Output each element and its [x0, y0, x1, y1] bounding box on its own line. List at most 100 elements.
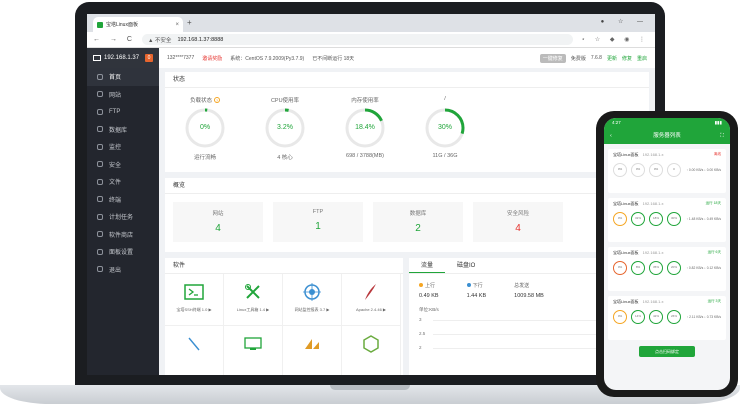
system-info: 系统：CentOS 7.9.2009(Py3.7.9): [230, 55, 305, 62]
sidebar-item-security[interactable]: 安全: [87, 156, 159, 174]
gauge-sub: 运行流畅: [193, 155, 216, 161]
server-state: 离线: [714, 152, 721, 156]
gauge-disk[interactable]: / 30% 11G / 36G: [405, 96, 485, 161]
overview-label: 数据库: [409, 211, 427, 217]
new-tab-button[interactable]: +: [187, 18, 192, 27]
gauge-value: 18.4%: [355, 124, 375, 131]
back-icon[interactable]: ‹: [610, 128, 612, 144]
address-bar[interactable]: ▲ 不安全 192.168.1.37:8888: [141, 34, 574, 45]
software-item-5[interactable]: [165, 326, 224, 375]
home-icon: [97, 73, 103, 80]
window-controls[interactable]: ● ☆ —: [601, 18, 649, 25]
overview-ftp[interactable]: FTP 1: [273, 202, 363, 242]
server-card[interactable]: 宝塔Linux面板 192.168.1.x 离线 0% 0% 0% 0 ↑ 0.0…: [608, 149, 726, 193]
phone-title: 服务器列表: [653, 133, 681, 139]
top-info-bar: 132****7377 邀请奖励 系统：CentOS 7.9.2009(Py3.…: [159, 48, 655, 68]
close-tab-icon[interactable]: ×: [175, 22, 179, 28]
tab-disk-io[interactable]: 磁盘IO: [445, 258, 487, 273]
server-rings: 0% 14% 42% 26% ↑ 2.11 KB/s ↓ 0.73 KB/s: [613, 310, 721, 324]
sidebar-item-settings[interactable]: 面板设置: [87, 243, 159, 261]
overview-websites[interactable]: 网站 4: [173, 202, 263, 242]
sidebar: 192.168.1.37 0 首页 网站 FTP 数据库 监控 安全 文件 终端…: [87, 48, 159, 375]
not-secure-label[interactable]: ▲ 不安全: [148, 36, 171, 44]
sidebar-item-label: 面板设置: [109, 250, 134, 257]
tick-label: 3: [419, 317, 422, 322]
sidebar-item-cron[interactable]: 计划任务: [87, 208, 159, 226]
terminal-icon: [184, 282, 204, 302]
repair-pill[interactable]: 一键修复: [539, 53, 566, 63]
restart-link[interactable]: 重启: [637, 55, 647, 62]
update-link[interactable]: 更新: [607, 55, 617, 62]
server-stats: ↑ 0.82 KB/s ↓ 0.12 KB/s: [686, 265, 721, 270]
server-card[interactable]: 宝塔Linux面板 192.168.1.x 运行 18天 0% 32% 18% 3…: [608, 198, 726, 242]
software-item-8[interactable]: [342, 326, 401, 375]
overview-database[interactable]: 数据库 2: [373, 202, 463, 242]
sidebar-item-terminal[interactable]: 终端: [87, 191, 159, 209]
sidebar-item-label: 终端: [109, 197, 122, 204]
sidebar-item-home[interactable]: 首页: [87, 68, 159, 86]
expand-icon[interactable]: ⛶: [720, 128, 724, 144]
signal-icon: ▮▮▮: [714, 120, 722, 125]
server-ring: 0%: [613, 261, 627, 275]
stat-label: 上行: [425, 283, 436, 289]
sidebar-item-files[interactable]: 文件: [87, 173, 159, 191]
tick-label: 2.5: [419, 331, 426, 336]
server-card[interactable]: 宝塔Linux面板 192.168.1.x 运行 6天 0% 8% 35% 20%…: [608, 247, 726, 291]
globe-icon: [97, 91, 103, 98]
gauge-cpu[interactable]: CPU使用率 3.2% 4 核心: [245, 96, 325, 161]
terminal-icon: [97, 196, 103, 203]
software-apache[interactable]: Apache 2.4.46 ▶: [342, 274, 401, 326]
target-icon: [302, 282, 322, 302]
repair-link[interactable]: 修复: [622, 55, 632, 62]
invite-reward-link[interactable]: 邀请奖励: [202, 55, 222, 62]
status-card: 状态 负载状态? 0% 运行流畅 CPU使用率 3.2% 4 核心 内存使用率 …: [165, 72, 649, 172]
sidebar-item-ftp[interactable]: FTP: [87, 103, 159, 121]
gauge-label: /: [444, 96, 446, 102]
user-account[interactable]: 132****7377: [167, 55, 194, 61]
help-icon[interactable]: ?: [214, 97, 220, 103]
software-label: Apache 2.4.46 ▶: [356, 307, 386, 312]
sidebar-header: 192.168.1.37 0: [87, 48, 159, 68]
scene: 宝塔Linux面板 × + ● ☆ — ← → C ▲ 不安全 192.168.…: [0, 0, 740, 408]
tick-label: 2: [419, 345, 422, 350]
software-item-6[interactable]: [224, 326, 283, 375]
software-linux-toolbox[interactable]: Linux工具箱 1.4 ▶: [224, 274, 283, 326]
sidebar-item-store[interactable]: 软件商店: [87, 226, 159, 244]
server-ring: 18%: [649, 212, 663, 226]
gauge-label: 内存使用率: [351, 98, 379, 104]
tab-traffic[interactable]: 流量: [409, 258, 446, 273]
server-card[interactable]: 宝塔Linux面板 192.168.1.x 运行 3天 0% 14% 42% 26…: [608, 296, 726, 340]
browser-toolbar[interactable]: ⋆ ☆ ◆ ◉ ⋮: [581, 36, 649, 43]
browser-tab[interactable]: 宝塔Linux面板 ×: [93, 17, 183, 32]
server-ring: 14%: [631, 310, 645, 324]
clock-icon: [97, 213, 103, 220]
software-label: Linux工具箱 1.4 ▶: [236, 307, 270, 312]
server-ring: 20%: [667, 261, 681, 275]
sidebar-item-logout[interactable]: 退出: [87, 261, 159, 279]
gauge-memory[interactable]: 内存使用率 18.4% 698 / 3788(MB): [325, 96, 405, 161]
laptop-notch: [330, 385, 410, 390]
shield-icon: [97, 161, 103, 168]
notification-badge[interactable]: 0: [145, 54, 153, 62]
sidebar-item-database[interactable]: 数据库: [87, 121, 159, 139]
gauge-label: 负载状态: [189, 98, 212, 104]
version-label: 7.6.8: [590, 55, 602, 61]
software-item-7[interactable]: [283, 326, 342, 375]
overview-security-risk[interactable]: 安全风险 4: [473, 202, 563, 242]
nodejs-icon: [361, 334, 381, 354]
software-site-monitor[interactable]: 网站监控报表 3.7 ▶: [283, 274, 342, 326]
software-ssh-terminal[interactable]: 宝塔SSH终端 1.0 ▶: [165, 274, 224, 326]
downstream-dot-icon: [466, 283, 471, 287]
server-ring: 42%: [649, 310, 663, 324]
sidebar-item-website[interactable]: 网站: [87, 86, 159, 104]
server-ring: 0%: [631, 163, 645, 177]
server-ring: 8%: [631, 261, 645, 275]
laptop-screen: 宝塔Linux面板 × + ● ☆ — ← → C ▲ 不安全 192.168.…: [87, 14, 655, 375]
scan-bind-button[interactable]: 点击扫码绑定: [639, 346, 695, 357]
sidebar-item-monitor[interactable]: 监控: [87, 138, 159, 156]
phone-time: 4:27: [612, 120, 621, 125]
gauge-load[interactable]: 负载状态? 0% 运行流畅: [165, 96, 245, 161]
url-text: 192.168.1.37:8888: [177, 36, 224, 43]
sidebar-item-label: 文件: [109, 180, 122, 187]
nav-buttons[interactable]: ← → C: [93, 36, 136, 43]
